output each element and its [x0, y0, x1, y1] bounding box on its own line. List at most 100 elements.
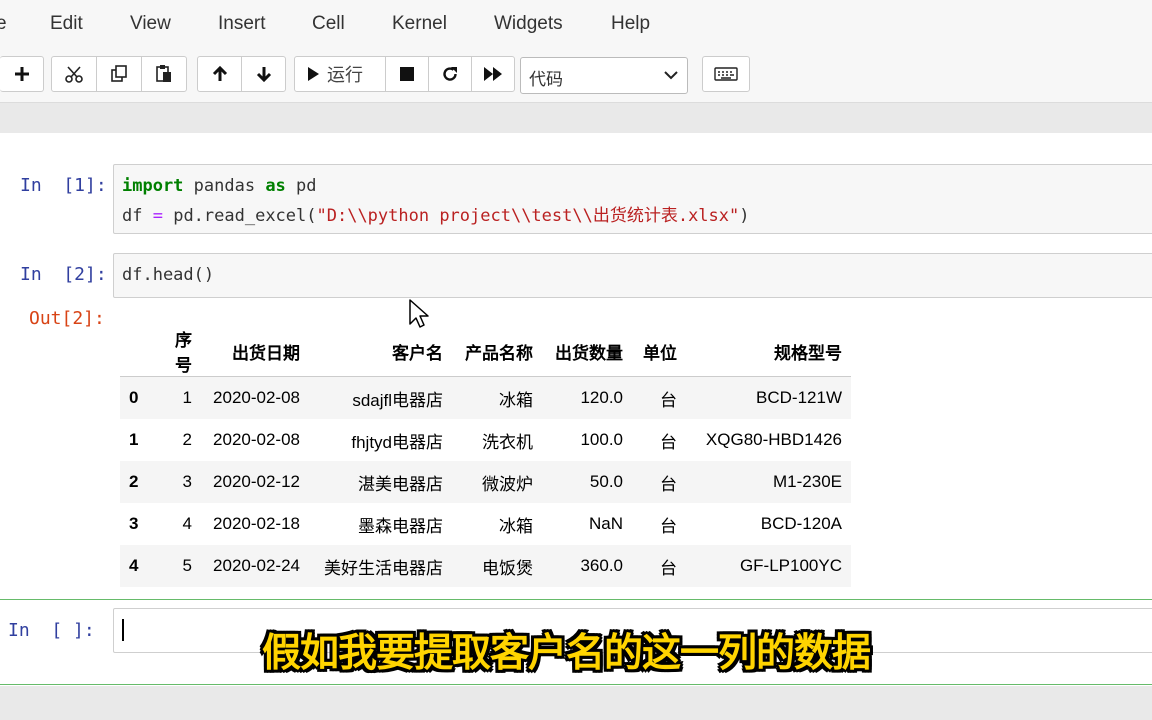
- table-cell: NaN: [588, 514, 623, 533]
- run-icon: [308, 67, 319, 81]
- cell-1-input[interactable]: import pandas as pd df = pd.read_excel("…: [113, 164, 1152, 234]
- output-prompt: Out[2]:: [29, 308, 105, 329]
- command-palette-button[interactable]: [702, 56, 750, 92]
- cell-type-select[interactable]: 代码: [520, 57, 688, 94]
- code-text: df: [122, 206, 153, 226]
- table-cell: 墨森电器店: [358, 516, 443, 536]
- move-up-button[interactable]: [197, 56, 242, 92]
- code-text: pd: [285, 176, 317, 196]
- table-row: 2 3 2020-02-12 湛美电器店 微波炉 50.0 台 M1-230E: [120, 461, 851, 503]
- table-cell: BCD-120A: [760, 514, 842, 533]
- active-cell-prompt: In [ ]:: [8, 620, 95, 641]
- table-cell: 1: [182, 388, 192, 407]
- code-text: pd.read_excel(: [162, 206, 317, 226]
- table-cell: 台: [660, 558, 677, 578]
- column-header: 出货日期: [201, 326, 309, 377]
- notebook-container: In [1]: import pandas as pd df = pd.read…: [0, 133, 1152, 686]
- fast-forward-icon: [484, 67, 502, 81]
- insert-group: [0, 56, 44, 92]
- row-index: 1: [129, 430, 139, 449]
- table-row: 1 2 2020-02-08 fhjtyd电器店 洗衣机 100.0 台 XQG…: [120, 419, 851, 461]
- table-cell: 2020-02-18: [213, 514, 300, 533]
- table-cell: 冰箱: [499, 390, 533, 410]
- insert-cell-button[interactable]: [0, 56, 44, 92]
- code-operator: =: [152, 206, 163, 226]
- table-cell: 50.0: [589, 472, 623, 491]
- restart-button[interactable]: [428, 56, 472, 92]
- run-group: 运行: [294, 56, 515, 92]
- menu-cell[interactable]: Cell: [312, 13, 345, 35]
- menu-edit[interactable]: Edit: [50, 13, 83, 35]
- mouse-pointer-icon: [409, 299, 429, 328]
- table-cell: 台: [660, 390, 677, 410]
- code-keyword: as: [265, 176, 286, 196]
- menu-file[interactable]: e: [0, 13, 7, 35]
- menu-help[interactable]: Help: [611, 13, 650, 35]
- cell-2-input[interactable]: df.head(): [113, 253, 1152, 298]
- table-cell: 3: [182, 472, 192, 491]
- move-down-button[interactable]: [241, 56, 286, 92]
- menu-view[interactable]: View: [130, 13, 171, 35]
- table-cell: 2020-02-12: [213, 472, 300, 491]
- column-header: 客户名: [309, 326, 452, 377]
- code-keyword: import: [122, 176, 184, 196]
- table-cell: 美好生活电器店: [324, 558, 443, 578]
- restart-icon: [443, 67, 457, 81]
- table-cell: 2020-02-24: [213, 556, 300, 575]
- table-cell: 台: [660, 432, 677, 452]
- column-header: [120, 326, 158, 377]
- table-header-row: 序号 出货日期 客户名 产品名称 出货数量 单位 规格型号: [120, 326, 851, 377]
- keyboard-icon: [714, 67, 738, 81]
- arrow-down-icon: [256, 67, 271, 83]
- paste-button[interactable]: [141, 56, 187, 92]
- column-header: 单位: [632, 326, 686, 377]
- column-header: 出货数量: [542, 326, 632, 377]
- cut-icon: [65, 66, 83, 83]
- move-group: [197, 56, 286, 92]
- run-button[interactable]: 运行: [294, 56, 386, 92]
- table-cell: 洗衣机: [482, 432, 533, 452]
- table-row: 3 4 2020-02-18 墨森电器店 冰箱 NaN 台 BCD-120A: [120, 503, 851, 545]
- row-index: 3: [129, 514, 139, 533]
- row-index: 0: [129, 388, 139, 407]
- cell-1-prompt: In [1]:: [20, 175, 107, 196]
- row-index: 2: [129, 472, 139, 491]
- table-cell: 5: [182, 556, 192, 575]
- code-line: import pandas as pd: [122, 176, 317, 196]
- clipboard-group: [51, 56, 187, 92]
- text-cursor: [122, 619, 124, 641]
- keyboard-group: [702, 56, 750, 92]
- run-all-button[interactable]: [471, 56, 515, 92]
- table-cell: 120.0: [580, 388, 623, 407]
- menu-bar: e Edit View Insert Cell Kernel Widgets H…: [0, 0, 1152, 50]
- column-header: 产品名称: [452, 326, 542, 377]
- arrow-up-icon: [212, 65, 227, 81]
- table-cell: 2: [182, 430, 192, 449]
- menu-widgets[interactable]: Widgets: [494, 13, 563, 35]
- table-cell: 湛美电器店: [358, 474, 443, 494]
- code-line: df = pd.read_excel("D:\\python project\\…: [122, 201, 750, 226]
- table-cell: 100.0: [580, 430, 623, 449]
- dataframe-table: 序号 出货日期 客户名 产品名称 出货数量 单位 规格型号 0 1 2020-0…: [120, 326, 851, 587]
- menu-insert[interactable]: Insert: [218, 13, 266, 35]
- copy-button[interactable]: [96, 56, 142, 92]
- table-cell: 台: [660, 516, 677, 536]
- copy-icon: [111, 65, 127, 82]
- table-cell: XQG80-HBD1426: [705, 430, 842, 449]
- table-cell: 4: [182, 514, 192, 533]
- video-subtitle: 假如我要提取客户名的这一列的数据: [262, 631, 871, 676]
- paste-icon: [156, 65, 171, 82]
- table-cell: fhjtyd电器店: [351, 432, 443, 452]
- cut-button[interactable]: [51, 56, 97, 92]
- table-cell: sdajfl电器店: [352, 390, 443, 410]
- table-cell: 2020-02-08: [213, 388, 300, 407]
- table-cell: GF-LP100YC: [739, 556, 842, 575]
- interrupt-button[interactable]: [385, 56, 429, 92]
- menu-kernel[interactable]: Kernel: [392, 13, 447, 35]
- table-cell: 2020-02-08: [213, 430, 300, 449]
- code-line: df.head(): [122, 265, 215, 285]
- run-label: 运行: [327, 65, 363, 86]
- table-cell: M1-230E: [773, 472, 842, 491]
- table-cell: 360.0: [580, 556, 623, 575]
- table-cell: 电饭煲: [482, 558, 533, 578]
